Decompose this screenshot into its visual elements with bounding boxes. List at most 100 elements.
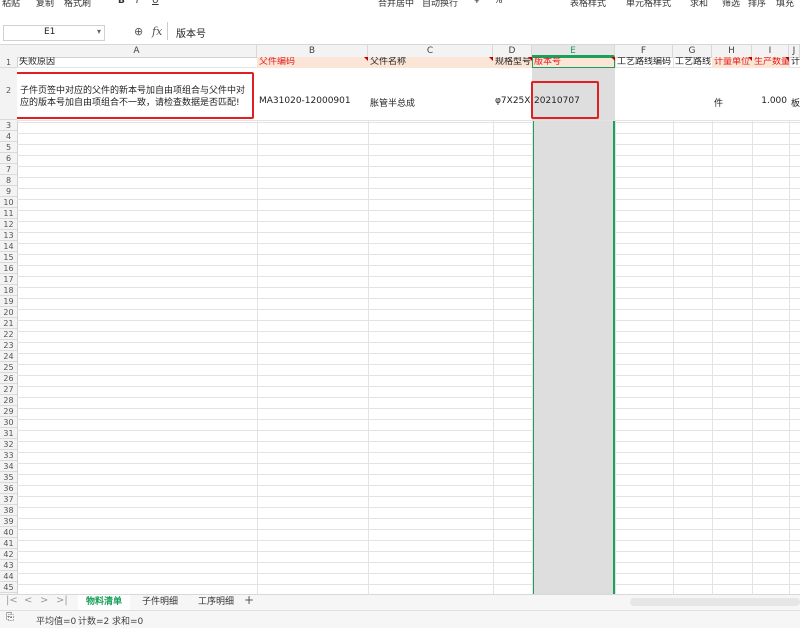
next-sheet-icon[interactable]: > xyxy=(40,595,48,606)
row-header-12[interactable]: 12 xyxy=(0,219,17,230)
underline-button[interactable]: U xyxy=(152,0,159,6)
row-header-2[interactable]: 2 xyxy=(0,68,17,120)
row-header-18[interactable]: 18 xyxy=(0,285,17,296)
row-header-28[interactable]: 28 xyxy=(0,395,17,406)
column-header-j[interactable]: J xyxy=(789,45,800,57)
row-header-27[interactable]: 27 xyxy=(0,384,17,395)
copy-button[interactable]: 复制 xyxy=(36,0,54,9)
row-header-16[interactable]: 16 xyxy=(0,263,17,274)
status-page-icon[interactable]: ⎘ xyxy=(6,612,14,623)
wrap-text-button[interactable]: 自动换行 xyxy=(422,0,458,9)
column-header-c[interactable]: C xyxy=(368,45,493,57)
horizontal-scrollbar[interactable] xyxy=(630,598,800,606)
row-header-34[interactable]: 34 xyxy=(0,461,17,472)
column-header-a[interactable]: A xyxy=(17,45,257,57)
row-header-44[interactable]: 44 xyxy=(0,571,17,582)
column-header-b[interactable]: B xyxy=(257,45,368,57)
cell-d2[interactable]: φ7X25X21 xyxy=(493,68,532,120)
row-header-25[interactable]: 25 xyxy=(0,362,17,373)
sheet-tab-operations[interactable]: 工序明细 xyxy=(190,595,242,610)
column-header-f[interactable]: F xyxy=(615,45,673,57)
row-header-31[interactable]: 31 xyxy=(0,428,17,439)
column-header-i[interactable]: I xyxy=(752,45,789,57)
sheet-tab-components[interactable]: 子件明细 xyxy=(134,595,186,610)
column-header-h[interactable]: H xyxy=(712,45,752,57)
sort-button[interactable]: 排序 xyxy=(748,0,766,9)
cell-a1[interactable]: 失败原因 xyxy=(17,57,257,68)
cell-style-button[interactable]: 单元格样式 xyxy=(626,0,671,9)
row-header-8[interactable]: 8 xyxy=(0,175,17,186)
row-header-20[interactable]: 20 xyxy=(0,307,17,318)
column-header-d[interactable]: D xyxy=(493,45,532,57)
cell-f2[interactable] xyxy=(615,68,673,120)
row-header-23[interactable]: 23 xyxy=(0,340,17,351)
row-header-6[interactable]: 6 xyxy=(0,153,17,164)
last-sheet-icon[interactable]: >| xyxy=(56,595,68,606)
prev-sheet-icon[interactable]: < xyxy=(24,595,32,606)
filter-button[interactable]: 筛选 xyxy=(722,0,740,9)
paste-button[interactable]: 粘贴 xyxy=(2,0,20,9)
column-header-e[interactable]: E xyxy=(532,45,615,57)
sheet-grid[interactable]: 失败原因 父件编码 父件名称 规格型号 版本号 工艺路线编码 工艺路线 计量单位… xyxy=(17,57,800,594)
row-header-22[interactable]: 22 xyxy=(0,329,17,340)
cell-j2[interactable]: 板 xyxy=(789,68,800,120)
add-sheet-icon[interactable]: + xyxy=(244,593,254,607)
fill-button[interactable]: 填充 xyxy=(776,0,794,9)
row-header-35[interactable]: 35 xyxy=(0,472,17,483)
row-header-30[interactable]: 30 xyxy=(0,417,17,428)
row-header-37[interactable]: 37 xyxy=(0,494,17,505)
row-header-39[interactable]: 39 xyxy=(0,516,17,527)
row-header-45[interactable]: 45 xyxy=(0,582,17,593)
cell-b2[interactable]: MA31020-12000901 xyxy=(257,68,368,120)
cell-h1[interactable]: 计量单位 xyxy=(712,57,752,68)
row-header-26[interactable]: 26 xyxy=(0,373,17,384)
row-header-41[interactable]: 41 xyxy=(0,538,17,549)
row-header-4[interactable]: 4 xyxy=(0,131,17,142)
cell-e1[interactable]: 版本号 xyxy=(532,57,615,68)
merge-center-button[interactable]: 合并居中 xyxy=(378,0,414,9)
table-style-button[interactable]: 表格样式 xyxy=(570,0,606,9)
cell-d1[interactable]: 规格型号 xyxy=(493,57,532,68)
row-header-40[interactable]: 40 xyxy=(0,527,17,538)
row-header-10[interactable]: 10 xyxy=(0,197,17,208)
name-box[interactable]: E1 ▾ xyxy=(3,25,105,41)
row-header-42[interactable]: 42 xyxy=(0,549,17,560)
bold-button[interactable]: B xyxy=(118,0,125,6)
row-header-1[interactable]: 1 xyxy=(0,57,17,68)
cell-g1[interactable]: 工艺路线 xyxy=(673,57,712,68)
formula-input[interactable]: 版本号 xyxy=(176,25,206,40)
currency-button[interactable]: ¥ xyxy=(474,0,480,6)
row-header-14[interactable]: 14 xyxy=(0,241,17,252)
row-header-43[interactable]: 43 xyxy=(0,560,17,571)
row-header-3[interactable]: 3 xyxy=(0,120,17,131)
row-header-9[interactable]: 9 xyxy=(0,186,17,197)
row-header-13[interactable]: 13 xyxy=(0,230,17,241)
row-header-19[interactable]: 19 xyxy=(0,296,17,307)
cell-f1[interactable]: 工艺路线编码 xyxy=(615,57,673,68)
row-header-38[interactable]: 38 xyxy=(0,505,17,516)
row-header-11[interactable]: 11 xyxy=(0,208,17,219)
italic-button[interactable]: I xyxy=(136,0,139,6)
first-sheet-icon[interactable]: |< xyxy=(6,595,18,606)
row-header-36[interactable]: 36 xyxy=(0,483,17,494)
row-header-21[interactable]: 21 xyxy=(0,318,17,329)
row-header-17[interactable]: 17 xyxy=(0,274,17,285)
row-header-5[interactable]: 5 xyxy=(0,142,17,153)
cell-j1[interactable]: 计 xyxy=(789,57,800,68)
row-header-7[interactable]: 7 xyxy=(0,164,17,175)
format-painter-button[interactable]: 格式刷 xyxy=(64,0,91,9)
column-header-g[interactable]: G xyxy=(673,45,712,57)
cell-h2[interactable]: 件 xyxy=(712,68,752,120)
chevron-down-icon[interactable]: ▾ xyxy=(97,27,101,36)
row-header-32[interactable]: 32 xyxy=(0,439,17,450)
cell-i2[interactable]: 1.000 xyxy=(752,68,789,120)
cell-g2[interactable] xyxy=(673,68,712,120)
cell-c2[interactable]: 胀管半总成 xyxy=(368,68,493,120)
cell-i1[interactable]: 生产数量 xyxy=(752,57,789,68)
cell-c1[interactable]: 父件名称 xyxy=(368,57,493,68)
percent-button[interactable]: % xyxy=(494,0,503,6)
row-header-33[interactable]: 33 xyxy=(0,450,17,461)
zoom-icon[interactable]: ⊕ xyxy=(134,25,143,38)
row-header-24[interactable]: 24 xyxy=(0,351,17,362)
sum-button[interactable]: 求和 xyxy=(690,0,708,9)
